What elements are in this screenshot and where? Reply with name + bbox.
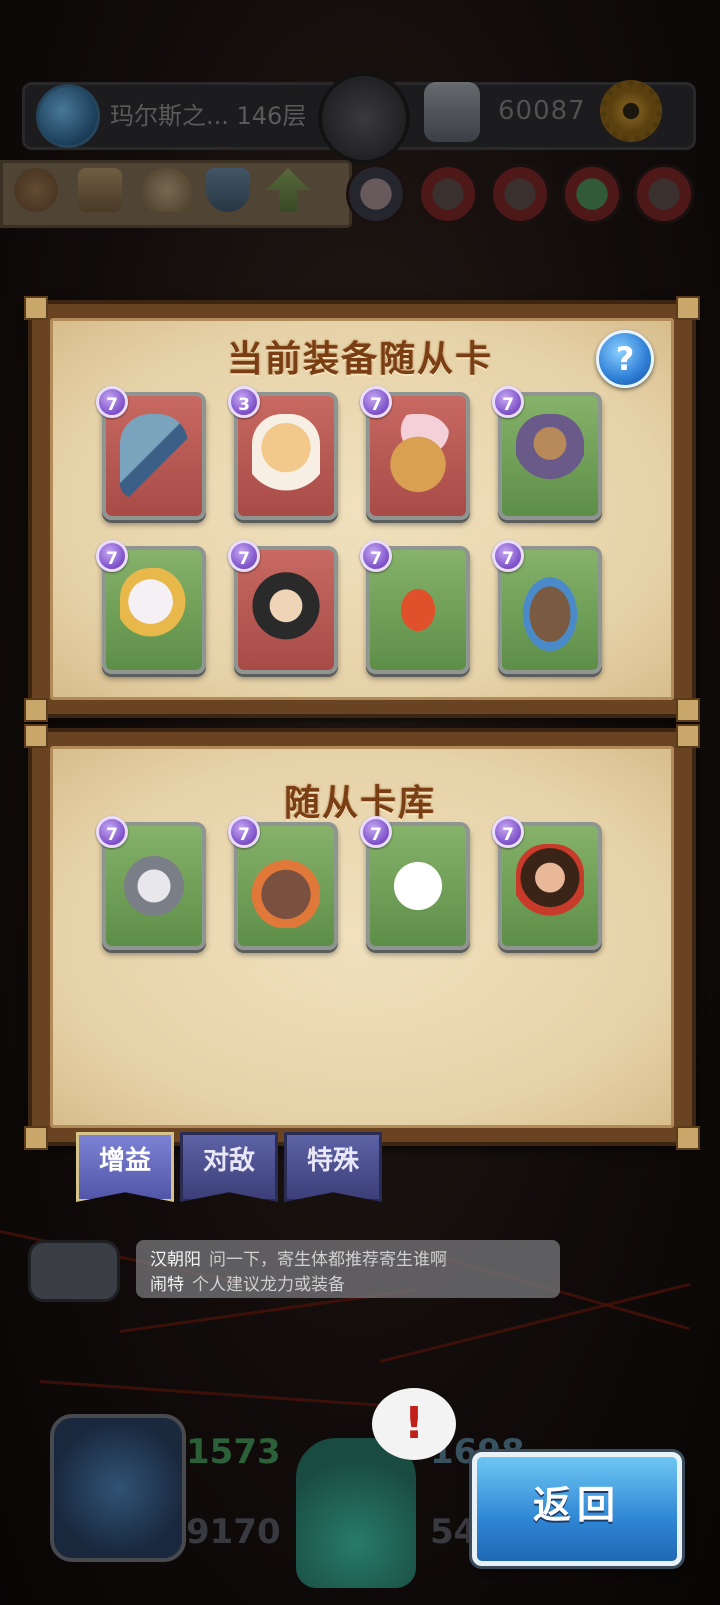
level-badge: 7: [492, 540, 524, 572]
hammer-icon: [120, 414, 188, 498]
chat-message: 问一下，寄生体都推荐寄生谁啊: [209, 1250, 447, 1270]
panel-corner: [676, 724, 700, 748]
chat-user: 闹特: [150, 1275, 184, 1295]
chat-radio-button[interactable]: [28, 1240, 120, 1302]
warrior-icon: [516, 414, 584, 498]
winged-girl-icon: [120, 568, 188, 652]
level-badge: 7: [96, 386, 128, 418]
mammoth-icon: [516, 568, 584, 652]
level-badge: 7: [360, 816, 392, 848]
alert-bubble: !: [372, 1388, 456, 1460]
panel-corner: [24, 296, 48, 320]
stat-top-left: 1573: [186, 1432, 281, 1472]
level-badge: 7: [96, 816, 128, 848]
level-badge: 3: [228, 386, 260, 418]
white-puppy-icon: [384, 844, 452, 928]
level-badge: 7: [360, 540, 392, 572]
panel-corner: [676, 296, 700, 320]
chat-message: 个人建议龙力或装备: [192, 1275, 345, 1295]
panel-corner: [24, 724, 48, 748]
panel-corner: [24, 698, 48, 722]
panel-corner: [24, 1126, 48, 1150]
stat-bottom-right: 54: [430, 1512, 478, 1552]
panel-corner: [676, 698, 700, 722]
fluffy-cat-icon: [252, 568, 320, 652]
help-button[interactable]: ?: [596, 330, 654, 388]
level-badge: 7: [492, 386, 524, 418]
stat-bottom-left: 9170: [186, 1512, 281, 1552]
red-hood-girl-icon: [384, 568, 452, 652]
tab-buff[interactable]: 增益: [76, 1132, 174, 1202]
level-badge: 7: [228, 540, 260, 572]
compass-icon: [50, 1414, 186, 1562]
panel-corner: [676, 1126, 700, 1150]
chat-bubble[interactable]: 汉朝阳 问一下，寄生体都推荐寄生谁啊 闹特 个人建议龙力或装备: [136, 1240, 560, 1298]
level-badge: 7: [360, 386, 392, 418]
hero-character-icon: [296, 1438, 416, 1588]
level-badge: 7: [228, 816, 260, 848]
level-badge: 7: [492, 816, 524, 848]
curly-hair-woman-icon: [516, 844, 584, 928]
tab-enemy[interactable]: 对敌: [180, 1132, 278, 1202]
hamster-icon: [252, 414, 320, 498]
chat-user: 汉朝阳: [150, 1250, 201, 1270]
level-badge: 7: [96, 540, 128, 572]
husky-icon: [120, 844, 188, 928]
leopard-icon: [384, 414, 452, 498]
back-button[interactable]: 返回: [472, 1452, 682, 1566]
tab-special[interactable]: 特殊: [284, 1132, 382, 1202]
fire-bear-icon: [252, 844, 320, 928]
